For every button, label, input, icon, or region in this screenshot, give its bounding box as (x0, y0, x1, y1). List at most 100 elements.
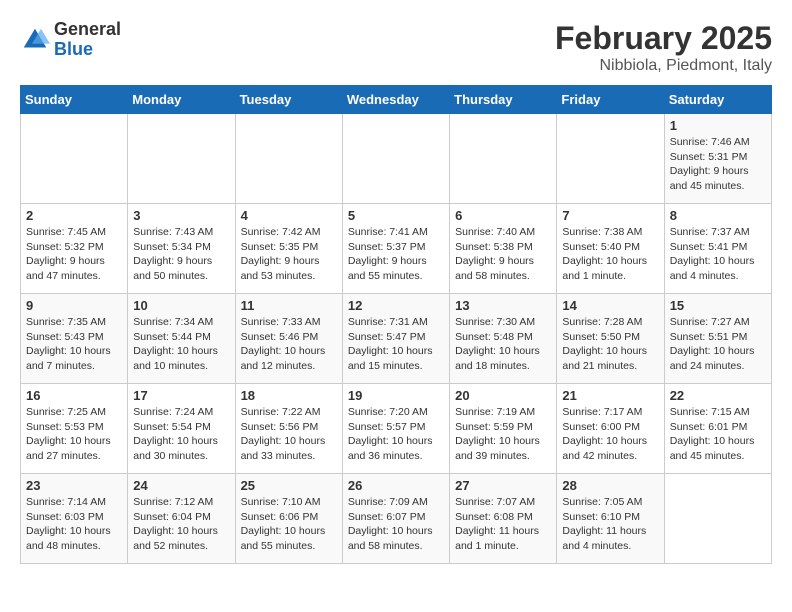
weekday-header-thursday: Thursday (450, 86, 557, 114)
calendar-week-row: 23 Sunrise: 7:14 AM Sunset: 6:03 PM Dayli… (21, 474, 772, 564)
weekday-header-sunday: Sunday (21, 86, 128, 114)
day-info: Sunrise: 7:40 AM Sunset: 5:38 PM Dayligh… (455, 225, 551, 284)
day-number: 3 (133, 208, 229, 223)
day-info: Sunrise: 7:34 AM Sunset: 5:44 PM Dayligh… (133, 315, 229, 374)
day-info: Sunrise: 7:45 AM Sunset: 5:32 PM Dayligh… (26, 225, 122, 284)
day-info: Sunrise: 7:05 AM Sunset: 6:10 PM Dayligh… (562, 495, 658, 554)
day-number: 14 (562, 298, 658, 313)
day-number: 5 (348, 208, 444, 223)
calendar-cell: 27 Sunrise: 7:07 AM Sunset: 6:08 PM Dayli… (450, 474, 557, 564)
day-number: 9 (26, 298, 122, 313)
day-info: Sunrise: 7:41 AM Sunset: 5:37 PM Dayligh… (348, 225, 444, 284)
calendar-cell (235, 114, 342, 204)
calendar-cell: 19 Sunrise: 7:20 AM Sunset: 5:57 PM Dayli… (342, 384, 449, 474)
day-number: 25 (241, 478, 337, 493)
calendar-cell: 9 Sunrise: 7:35 AM Sunset: 5:43 PM Daylig… (21, 294, 128, 384)
day-info: Sunrise: 7:37 AM Sunset: 5:41 PM Dayligh… (670, 225, 766, 284)
day-info: Sunrise: 7:42 AM Sunset: 5:35 PM Dayligh… (241, 225, 337, 284)
weekday-header-tuesday: Tuesday (235, 86, 342, 114)
calendar-cell: 8 Sunrise: 7:37 AM Sunset: 5:41 PM Daylig… (664, 204, 771, 294)
page-header: General Blue February 2025 Nibbiola, Pie… (20, 20, 772, 75)
calendar-week-row: 16 Sunrise: 7:25 AM Sunset: 5:53 PM Dayli… (21, 384, 772, 474)
weekday-header-monday: Monday (128, 86, 235, 114)
day-number: 20 (455, 388, 551, 403)
day-info: Sunrise: 7:17 AM Sunset: 6:00 PM Dayligh… (562, 405, 658, 464)
calendar-cell (664, 474, 771, 564)
day-number: 17 (133, 388, 229, 403)
day-info: Sunrise: 7:14 AM Sunset: 6:03 PM Dayligh… (26, 495, 122, 554)
calendar-cell: 16 Sunrise: 7:25 AM Sunset: 5:53 PM Dayli… (21, 384, 128, 474)
weekday-header-wednesday: Wednesday (342, 86, 449, 114)
calendar-cell: 21 Sunrise: 7:17 AM Sunset: 6:00 PM Dayli… (557, 384, 664, 474)
day-number: 16 (26, 388, 122, 403)
calendar-cell: 6 Sunrise: 7:40 AM Sunset: 5:38 PM Daylig… (450, 204, 557, 294)
day-info: Sunrise: 7:43 AM Sunset: 5:34 PM Dayligh… (133, 225, 229, 284)
day-info: Sunrise: 7:12 AM Sunset: 6:04 PM Dayligh… (133, 495, 229, 554)
calendar-cell: 15Sunrise: 7:27 AM Sunset: 5:51 PM Dayli… (664, 294, 771, 384)
day-info: Sunrise: 7:25 AM Sunset: 5:53 PM Dayligh… (26, 405, 122, 464)
calendar-table: SundayMondayTuesdayWednesdayThursdayFrid… (20, 85, 772, 564)
day-info: Sunrise: 7:24 AM Sunset: 5:54 PM Dayligh… (133, 405, 229, 464)
day-info: Sunrise: 7:35 AM Sunset: 5:43 PM Dayligh… (26, 315, 122, 374)
weekday-header-row: SundayMondayTuesdayWednesdayThursdayFrid… (21, 86, 772, 114)
day-info: Sunrise: 7:33 AM Sunset: 5:46 PM Dayligh… (241, 315, 337, 374)
calendar-week-row: 2 Sunrise: 7:45 AM Sunset: 5:32 PM Daylig… (21, 204, 772, 294)
logo-text: General Blue (54, 20, 121, 60)
day-number: 6 (455, 208, 551, 223)
day-info: Sunrise: 7:38 AM Sunset: 5:40 PM Dayligh… (562, 225, 658, 284)
calendar-cell: 14Sunrise: 7:28 AM Sunset: 5:50 PM Dayli… (557, 294, 664, 384)
logo-blue: Blue (54, 39, 93, 59)
day-info: Sunrise: 7:30 AM Sunset: 5:48 PM Dayligh… (455, 315, 551, 374)
calendar-cell (557, 114, 664, 204)
day-number: 27 (455, 478, 551, 493)
calendar-title: February 2025 (555, 20, 772, 57)
day-number: 21 (562, 388, 658, 403)
day-number: 13 (455, 298, 551, 313)
day-info: Sunrise: 7:09 AM Sunset: 6:07 PM Dayligh… (348, 495, 444, 554)
calendar-cell: 1 Sunrise: 7:46 AM Sunset: 5:31 PM Daylig… (664, 114, 771, 204)
day-number: 2 (26, 208, 122, 223)
weekday-header-saturday: Saturday (664, 86, 771, 114)
day-info: Sunrise: 7:15 AM Sunset: 6:01 PM Dayligh… (670, 405, 766, 464)
day-info: Sunrise: 7:10 AM Sunset: 6:06 PM Dayligh… (241, 495, 337, 554)
day-number: 1 (670, 118, 766, 133)
day-info: Sunrise: 7:20 AM Sunset: 5:57 PM Dayligh… (348, 405, 444, 464)
calendar-cell (128, 114, 235, 204)
calendar-cell: 12 Sunrise: 7:31 AM Sunset: 5:47 PM Dayli… (342, 294, 449, 384)
calendar-week-row: 9 Sunrise: 7:35 AM Sunset: 5:43 PM Daylig… (21, 294, 772, 384)
logo-icon (20, 25, 50, 55)
day-number: 12 (348, 298, 444, 313)
day-number: 8 (670, 208, 766, 223)
calendar-cell: 26 Sunrise: 7:09 AM Sunset: 6:07 PM Dayli… (342, 474, 449, 564)
title-block: February 2025 Nibbiola, Piedmont, Italy (555, 20, 772, 75)
calendar-cell: 25 Sunrise: 7:10 AM Sunset: 6:06 PM Dayli… (235, 474, 342, 564)
calendar-cell: 22 Sunrise: 7:15 AM Sunset: 6:01 PM Dayli… (664, 384, 771, 474)
day-number: 28 (562, 478, 658, 493)
calendar-cell: 10Sunrise: 7:34 AM Sunset: 5:44 PM Dayli… (128, 294, 235, 384)
calendar-cell: 7 Sunrise: 7:38 AM Sunset: 5:40 PM Daylig… (557, 204, 664, 294)
day-number: 18 (241, 388, 337, 403)
day-number: 22 (670, 388, 766, 403)
calendar-week-row: 1 Sunrise: 7:46 AM Sunset: 5:31 PM Daylig… (21, 114, 772, 204)
day-number: 7 (562, 208, 658, 223)
calendar-cell (450, 114, 557, 204)
calendar-cell: 23 Sunrise: 7:14 AM Sunset: 6:03 PM Dayli… (21, 474, 128, 564)
calendar-cell: 17 Sunrise: 7:24 AM Sunset: 5:54 PM Dayli… (128, 384, 235, 474)
calendar-header: SundayMondayTuesdayWednesdayThursdayFrid… (21, 86, 772, 114)
day-number: 26 (348, 478, 444, 493)
day-number: 11 (241, 298, 337, 313)
calendar-cell: 5 Sunrise: 7:41 AM Sunset: 5:37 PM Daylig… (342, 204, 449, 294)
calendar-cell: 4Sunrise: 7:42 AM Sunset: 5:35 PM Daylig… (235, 204, 342, 294)
calendar-cell: 13 Sunrise: 7:30 AM Sunset: 5:48 PM Dayli… (450, 294, 557, 384)
day-info: Sunrise: 7:31 AM Sunset: 5:47 PM Dayligh… (348, 315, 444, 374)
day-info: Sunrise: 7:07 AM Sunset: 6:08 PM Dayligh… (455, 495, 551, 554)
logo-general: General (54, 19, 121, 39)
day-number: 19 (348, 388, 444, 403)
calendar-cell: 28 Sunrise: 7:05 AM Sunset: 6:10 PM Dayli… (557, 474, 664, 564)
day-info: Sunrise: 7:46 AM Sunset: 5:31 PM Dayligh… (670, 135, 766, 194)
day-info: Sunrise: 7:19 AM Sunset: 5:59 PM Dayligh… (455, 405, 551, 464)
day-number: 23 (26, 478, 122, 493)
calendar-subtitle: Nibbiola, Piedmont, Italy (555, 57, 772, 75)
day-number: 15 (670, 298, 766, 313)
calendar-body: 1 Sunrise: 7:46 AM Sunset: 5:31 PM Daylig… (21, 114, 772, 564)
